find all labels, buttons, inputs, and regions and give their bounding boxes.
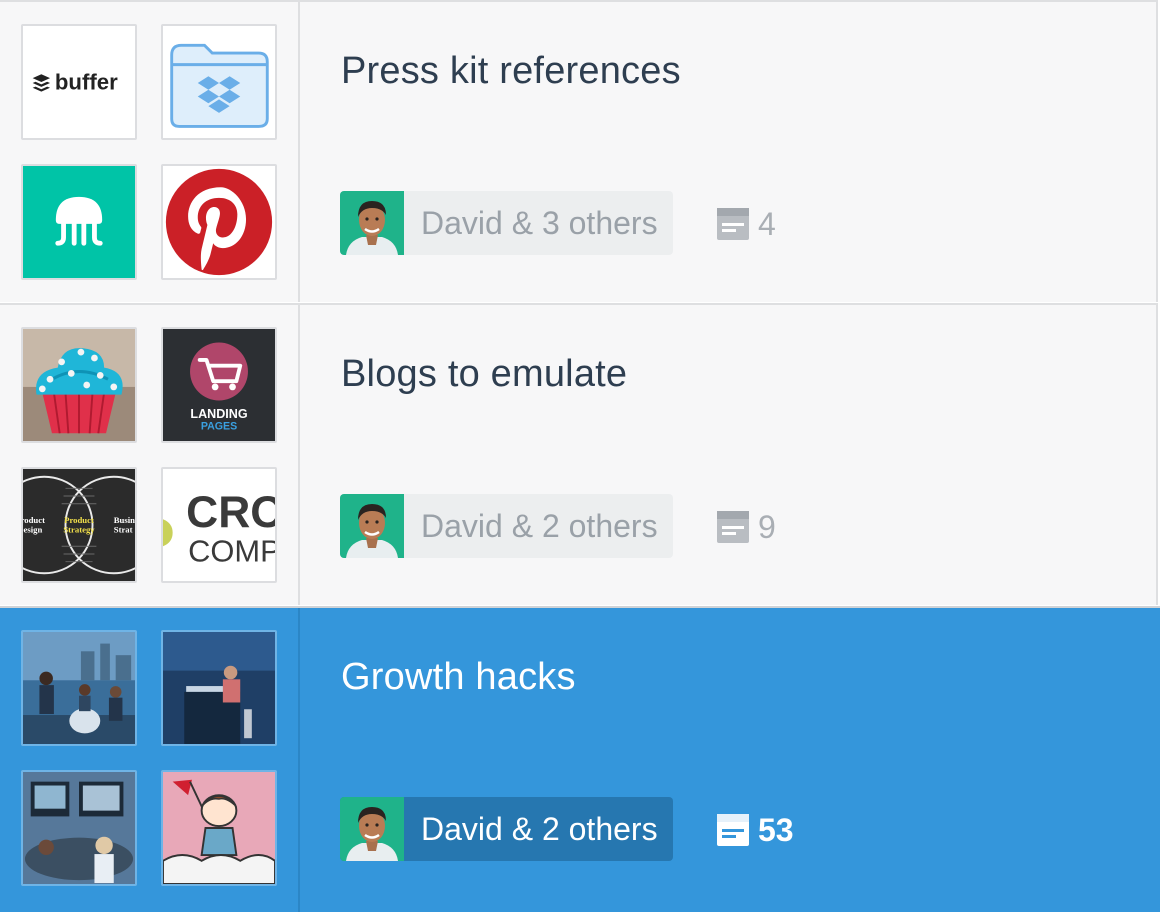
user-avatar [340, 191, 404, 255]
venn-right-1: Busin [114, 515, 135, 525]
collaborators-badge[interactable]: David & 2 others [340, 797, 673, 861]
item-count: 9 [717, 508, 776, 545]
jellyfish-thumbnail [21, 164, 137, 280]
collaborators-text: David & 3 others [421, 204, 658, 241]
collaborators-badge[interactable]: David & 3 others [340, 191, 673, 255]
comic-thumbnail [161, 770, 277, 886]
notes-icon [717, 208, 749, 240]
collaborators-badge[interactable]: David & 2 others [340, 494, 673, 558]
item-count: 4 [717, 205, 776, 242]
board-thumbnails: buffer [0, 2, 300, 302]
cro-thumbnail: CRO COMP [161, 467, 277, 583]
board-row-growth-hacks[interactable]: Growth hacks David & 2 others 53 [0, 606, 1160, 912]
item-count-text: 4 [758, 205, 776, 242]
item-count-text: 53 [758, 811, 794, 848]
board-list: buffer Press kit references David & 3 ot… [0, 0, 1160, 912]
pinterest-thumbnail [161, 164, 277, 280]
venn-left-2: Design [23, 525, 42, 535]
collaborators-text: David & 2 others [421, 810, 658, 847]
cupcake-thumbnail [21, 327, 137, 443]
landing-text: LANDING [190, 407, 247, 421]
notes-icon [717, 511, 749, 543]
cro-text: CRO [186, 488, 275, 537]
venn-diagram-thumbnail: Product Strategy Product Design Busin St… [21, 467, 137, 583]
venn-left-1: Product [23, 515, 45, 525]
comp-text: COMP [188, 534, 275, 569]
board-title[interactable]: Blogs to emulate [341, 353, 627, 396]
buffer-thumbnail: buffer [21, 24, 137, 140]
band-photo-thumbnail [21, 630, 137, 746]
stage-photo-thumbnail [161, 630, 277, 746]
item-count: 53 [717, 811, 794, 848]
board-row-press-kit[interactable]: buffer Press kit references David & 3 ot… [0, 0, 1158, 302]
board-thumbnails: LANDING PAGES Product Strategy Product D… [0, 305, 300, 605]
board-row-blogs[interactable]: LANDING PAGES Product Strategy Product D… [0, 303, 1158, 605]
notes-icon [717, 814, 749, 846]
user-avatar [340, 797, 404, 861]
board-thumbnails [0, 608, 300, 912]
item-count-text: 9 [758, 508, 776, 545]
board-title[interactable]: Growth hacks [341, 656, 576, 699]
board-title[interactable]: Press kit references [341, 50, 681, 93]
user-avatar [340, 494, 404, 558]
venn-right-2: Strat [114, 525, 133, 535]
pages-text: PAGES [201, 420, 237, 432]
venn-mid-1: Product [64, 515, 94, 525]
landing-pages-thumbnail: LANDING PAGES [161, 327, 277, 443]
buffer-logo-text: buffer [55, 70, 118, 95]
dropbox-folder-thumbnail [161, 24, 277, 140]
collaborators-text: David & 2 others [421, 507, 658, 544]
venn-mid-2: Strategy [63, 525, 95, 535]
meeting-photo-thumbnail [21, 770, 137, 886]
